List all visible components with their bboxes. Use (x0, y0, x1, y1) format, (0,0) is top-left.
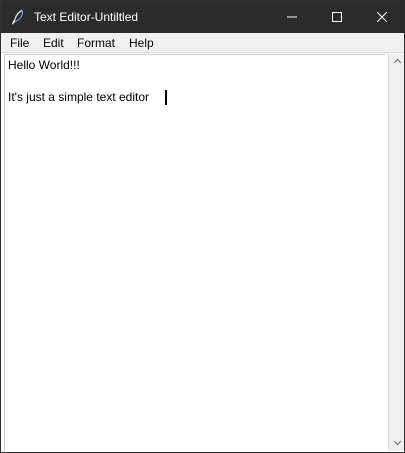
menu-file[interactable]: File (10, 35, 29, 51)
text-line-1: Hello World!!! (8, 58, 80, 72)
text-line-3: It's just a simple text editor (8, 90, 150, 104)
menu-edit[interactable]: Edit (43, 35, 64, 51)
feather-icon (9, 8, 27, 26)
close-button[interactable] (359, 1, 404, 33)
title-bar[interactable]: Text Editor-Untiltled (1, 1, 404, 33)
menu-format[interactable]: Format (77, 35, 115, 51)
scroll-up-icon (393, 53, 402, 71)
scroll-thumb[interactable] (391, 71, 403, 434)
text-editor-window: Text Editor-Untiltled File Edit Format H… (0, 0, 405, 453)
scroll-down-button[interactable] (389, 434, 404, 452)
maximize-button[interactable] (314, 1, 359, 33)
maximize-icon (331, 12, 342, 22)
window-title: Text Editor-Untiltled (34, 10, 139, 24)
menu-bar: File Edit Format Help (1, 33, 404, 53)
minimize-button[interactable] (269, 1, 314, 33)
text-area[interactable]: Hello World!!! It's just a simple text e… (4, 54, 385, 451)
text-caret (165, 90, 167, 105)
scroll-down-icon (393, 434, 402, 452)
minimize-icon (286, 12, 297, 22)
close-icon (376, 12, 387, 22)
scroll-up-button[interactable] (389, 53, 404, 71)
menu-help[interactable]: Help (129, 35, 154, 51)
vertical-scrollbar[interactable] (388, 53, 404, 452)
